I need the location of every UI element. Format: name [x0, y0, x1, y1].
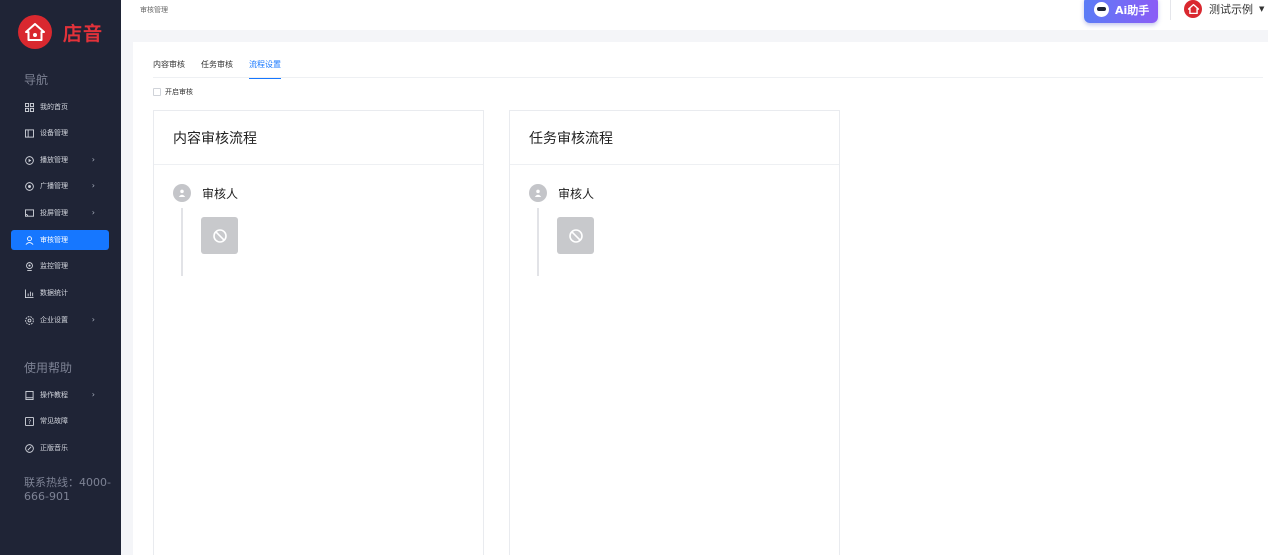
svg-text:?: ? [28, 419, 31, 426]
topbar: 审核管理 Ai助手 测试示例 ▼ [121, 0, 1268, 30]
chevron-right-icon: › [91, 390, 95, 399]
device-icon [25, 128, 34, 138]
sidebar-item-stats[interactable]: 数据统计 [11, 283, 109, 303]
user-name: 测试示例 [1209, 3, 1253, 16]
sidebar-item-faq[interactable]: ? 常见故障 [11, 411, 109, 431]
disabled-icon [568, 228, 583, 243]
flow-connector [181, 208, 183, 276]
sidebar-item-label: 审核管理 [40, 236, 68, 244]
house-icon [18, 15, 52, 49]
robot-icon [1094, 2, 1109, 17]
ai-assistant-button[interactable]: Ai助手 [1084, 0, 1158, 23]
reviewer-label: 审核人 [202, 186, 239, 201]
sidebar-item-label: 播放管理 [40, 156, 68, 164]
sidebar-item-review[interactable]: 审核管理 [11, 230, 109, 250]
tab-flow-settings[interactable]: 流程设置 [249, 59, 281, 79]
sidebar-item-label: 广播管理 [40, 182, 68, 190]
sidebar-item-label: 我的首页 [40, 103, 68, 111]
sidebar-item-label: 投屏管理 [40, 209, 68, 217]
reviewer-node: 审核人 [529, 184, 594, 202]
sidebar-item-tutorial[interactable]: 操作教程 › [11, 385, 109, 405]
sidebar-item-label: 监控管理 [40, 262, 68, 270]
user-icon [529, 184, 547, 202]
enable-review-checkbox[interactable] [153, 88, 161, 96]
play-icon [25, 155, 34, 165]
ai-assistant-label: Ai助手 [1115, 3, 1150, 17]
reviewer-node: 审核人 [173, 184, 238, 202]
tab-bar: 内容审核 任务审核 流程设置 [153, 59, 297, 79]
sidebar-item-label: 操作教程 [40, 391, 68, 399]
cast-icon [25, 208, 34, 217]
flow-connector [537, 208, 539, 276]
card-title: 任务审核流程 [510, 111, 839, 165]
breadcrumb: 审核管理 [140, 6, 168, 14]
nav-section-title: 导航 [24, 73, 49, 87]
card-title: 内容审核流程 [154, 111, 483, 165]
chevron-right-icon: › [91, 315, 95, 324]
app-logo[interactable]: 店音 [18, 15, 103, 49]
review-icon [25, 235, 34, 245]
sidebar-item-broadcast[interactable]: 广播管理 › [11, 176, 109, 196]
music-icon [25, 443, 34, 453]
chevron-right-icon: › [91, 155, 95, 164]
sidebar-item-devices[interactable]: 设备管理 [11, 123, 109, 143]
gear-icon [25, 315, 34, 325]
grid-icon [25, 102, 34, 112]
enable-review-label: 开启审核 [165, 88, 193, 96]
caret-down-icon: ▼ [1259, 5, 1265, 13]
divider [1170, 0, 1171, 20]
tab-task-review[interactable]: 任务审核 [201, 59, 233, 79]
main-panel: 内容审核 任务审核 流程设置 开启审核 内容审核流程 审核人 任务审核流程 审核… [133, 42, 1268, 555]
camera-icon [26, 261, 33, 271]
avatar [1184, 0, 1202, 18]
sidebar-item-monitor[interactable]: 监控管理 [11, 256, 109, 276]
tab-content-review[interactable]: 内容审核 [153, 59, 185, 79]
help-section-title: 使用帮助 [24, 361, 73, 375]
enable-review-toggle[interactable]: 开启审核 [153, 87, 193, 97]
app-name: 店音 [63, 22, 104, 45]
book-icon [25, 390, 34, 400]
sidebar-item-home[interactable]: 我的首页 [11, 97, 109, 117]
sidebar-item-label: 常见故障 [40, 417, 68, 425]
add-reviewer-slot[interactable] [557, 217, 594, 254]
user-menu[interactable]: 测试示例 ▼ [1184, 0, 1264, 18]
tab-divider [153, 77, 1263, 78]
sidebar: 店音 导航 我的首页 设备管理 播放管理 › 广播管理 › 投屏管理 › 审核管… [0, 0, 121, 555]
chart-icon [25, 288, 34, 298]
sidebar-item-label: 数据统计 [40, 289, 68, 297]
chevron-right-icon: › [91, 208, 95, 217]
disabled-icon [212, 228, 227, 243]
question-icon: ? [25, 416, 34, 426]
sidebar-item-label: 设备管理 [40, 129, 68, 137]
user-icon [173, 184, 191, 202]
sidebar-item-label: 正版音乐 [40, 444, 68, 452]
sidebar-item-label: 企业设置 [40, 316, 68, 324]
content-review-flow-card: 内容审核流程 审核人 [153, 110, 484, 555]
sidebar-item-playback[interactable]: 播放管理 › [11, 150, 109, 170]
hotline-text: 联系热线：4000-666-901 [24, 476, 111, 503]
sidebar-item-cast[interactable]: 投屏管理 › [11, 203, 109, 223]
task-review-flow-card: 任务审核流程 审核人 [509, 110, 840, 555]
chevron-right-icon: › [91, 181, 95, 190]
add-reviewer-slot[interactable] [201, 217, 238, 254]
broadcast-icon [25, 181, 34, 191]
sidebar-item-music[interactable]: 正版音乐 [11, 438, 109, 458]
reviewer-label: 审核人 [558, 186, 595, 201]
sidebar-item-settings[interactable]: 企业设置 › [11, 310, 109, 330]
